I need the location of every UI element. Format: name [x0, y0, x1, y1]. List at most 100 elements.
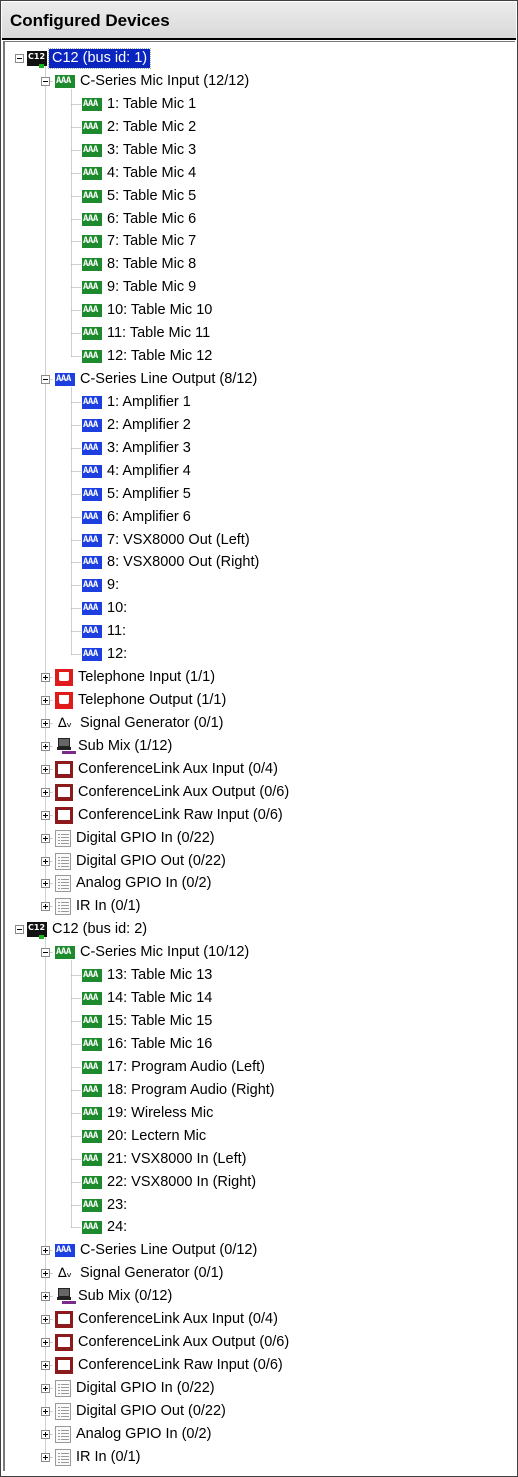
tree-leaf-item[interactable]: 15: Table Mic 15	[82, 1010, 215, 1032]
tree-leaf-item[interactable]: 6: Amplifier 6	[82, 506, 194, 528]
tree-node[interactable]: Analog GPIO In (0/2)	[55, 872, 214, 894]
expand-toggle[interactable]	[41, 834, 50, 843]
collapse-toggle[interactable]	[41, 948, 50, 957]
expand-toggle[interactable]	[41, 696, 50, 705]
tree-leaf-item[interactable]: 6: Table Mic 6	[82, 208, 199, 230]
tree-leaf-item[interactable]: 16: Table Mic 16	[82, 1033, 215, 1055]
tree-leaf-item[interactable]: 17: Program Audio (Left)	[82, 1056, 268, 1078]
tree-leaf-item[interactable]: 24:	[82, 1216, 130, 1238]
tree-node-label: Digital GPIO In (0/22)	[76, 829, 215, 846]
tree-node[interactable]: C-Series Mic Input (12/12)	[55, 70, 252, 92]
expand-toggle[interactable]	[41, 879, 50, 888]
tree-leaf-item[interactable]: 5: Table Mic 5	[82, 185, 199, 207]
tree-leaf-item[interactable]: 11: Table Mic 11	[82, 322, 213, 344]
expand-toggle[interactable]	[41, 902, 50, 911]
tree-leaf-item[interactable]: 11:	[82, 620, 129, 642]
tree-leaf-item[interactable]: 8: VSX8000 Out (Right)	[82, 551, 262, 573]
device-tree[interactable]: C12 (bus id: 1) C-Series Mic Input (12/12…	[3, 41, 515, 1471]
tree-node[interactable]: ∆ᵥ Signal Generator (0/1)	[55, 1262, 226, 1284]
expand-toggle[interactable]	[41, 1269, 50, 1278]
expand-toggle[interactable]	[41, 1292, 50, 1301]
tree-leaf-item[interactable]: 19: Wireless Mic	[82, 1102, 216, 1124]
tree-node[interactable]: C-Series Mic Input (10/12)	[55, 941, 252, 963]
tree-node[interactable]: Sub Mix (1/12)	[55, 735, 175, 757]
tree-node[interactable]: C12 (bus id: 2)	[27, 918, 150, 940]
tree-leaf-item[interactable]: 14: Table Mic 14	[82, 987, 215, 1009]
expand-toggle[interactable]	[41, 811, 50, 820]
tree-node-label: 11:	[107, 622, 127, 639]
tree-leaf-item[interactable]: 9:	[82, 574, 122, 596]
expand-toggle[interactable]	[41, 1407, 50, 1416]
tree-node[interactable]: Analog GPIO In (0/2)	[55, 1423, 214, 1445]
tree-node[interactable]: ConferenceLink Raw Input (0/6)	[55, 1354, 286, 1376]
collapse-toggle[interactable]	[15, 54, 24, 63]
tree-leaf-item[interactable]: 12: Table Mic 12	[82, 345, 215, 367]
tree-node[interactable]: Digital GPIO In (0/22)	[55, 827, 218, 849]
tree-node-label: 19: Wireless Mic	[107, 1104, 214, 1121]
tree-leaf-item[interactable]: 1: Table Mic 1	[82, 93, 199, 115]
tree-leaf-item[interactable]: 10:	[82, 597, 130, 619]
mic-channel-icon	[82, 257, 102, 271]
tree-leaf-item[interactable]: 2: Amplifier 2	[82, 414, 194, 436]
tree-leaf-item[interactable]: 3: Table Mic 3	[82, 139, 199, 161]
output-channel-icon	[82, 441, 102, 455]
tree-leaf-item[interactable]: 7: Table Mic 7	[82, 230, 199, 252]
expand-toggle[interactable]	[41, 1246, 50, 1255]
tree-node[interactable]: ConferenceLink Aux Output (0/6)	[55, 1331, 292, 1353]
tree-leaf-item[interactable]: 23:	[82, 1194, 130, 1216]
tree-leaf-item[interactable]: 1: Amplifier 1	[82, 391, 194, 413]
tree-node[interactable]: Digital GPIO Out (0/22)	[55, 1400, 229, 1422]
mic-channel-icon	[82, 212, 102, 226]
expand-toggle[interactable]	[41, 857, 50, 866]
output-channel-icon	[82, 601, 102, 615]
tree-leaf-item[interactable]: 21: VSX8000 In (Left)	[82, 1148, 249, 1170]
tree-node[interactable]: ConferenceLink Aux Input (0/4)	[55, 758, 281, 780]
tree-node[interactable]: ∆ᵥ Signal Generator (0/1)	[55, 712, 226, 734]
tree-node[interactable]: Digital GPIO In (0/22)	[55, 1377, 218, 1399]
tree-node[interactable]: ConferenceLink Aux Output (0/6)	[55, 781, 292, 803]
expand-toggle[interactable]	[41, 1338, 50, 1347]
tree-node[interactable]: C-Series Line Output (8/12)	[55, 368, 260, 390]
tree-node-label: Digital GPIO Out (0/22)	[76, 1402, 226, 1419]
expand-toggle[interactable]	[41, 1361, 50, 1370]
tree-leaf-item[interactable]: 4: Table Mic 4	[82, 162, 199, 184]
tree-node[interactable]: Sub Mix (0/12)	[55, 1285, 175, 1307]
tree-leaf-item[interactable]: 2: Table Mic 2	[82, 116, 199, 138]
tree-leaf-item[interactable]: 13: Table Mic 13	[82, 964, 215, 986]
tree-node-label: 7: VSX8000 Out (Left)	[107, 531, 250, 548]
expand-toggle[interactable]	[41, 673, 50, 682]
line-output-icon	[55, 372, 75, 386]
tree-leaf-item[interactable]: 10: Table Mic 10	[82, 299, 215, 321]
collapse-toggle[interactable]	[41, 375, 50, 384]
tree-node[interactable]: ConferenceLink Raw Input (0/6)	[55, 804, 286, 826]
expand-toggle[interactable]	[41, 742, 50, 751]
tree-leaf-item[interactable]: 12:	[82, 643, 130, 665]
expand-toggle[interactable]	[41, 1453, 50, 1462]
tree-leaf-item[interactable]: 22: VSX8000 In (Right)	[82, 1171, 259, 1193]
tree-leaf-item[interactable]: 3: Amplifier 3	[82, 437, 194, 459]
tree-node[interactable]: IR In (0/1)	[55, 895, 143, 917]
tree-node[interactable]: C12 (bus id: 1)	[27, 47, 152, 69]
c12-chip-icon	[27, 921, 47, 939]
tree-leaf-item[interactable]: 20: Lectern Mic	[82, 1125, 209, 1147]
tree-leaf-item[interactable]: 18: Program Audio (Right)	[82, 1079, 278, 1101]
expand-toggle[interactable]	[41, 719, 50, 728]
tree-node[interactable]: IR In (0/1)	[55, 1446, 143, 1468]
tree-node[interactable]: C-Series Line Output (0/12)	[55, 1239, 260, 1261]
expand-toggle[interactable]	[41, 765, 50, 774]
expand-toggle[interactable]	[41, 1315, 50, 1324]
tree-node[interactable]: Digital GPIO Out (0/22)	[55, 850, 229, 872]
collapse-toggle[interactable]	[15, 925, 24, 934]
expand-toggle[interactable]	[41, 1430, 50, 1439]
tree-node[interactable]: Telephone Input (1/1)	[55, 666, 218, 688]
tree-node[interactable]: Telephone Output (1/1)	[55, 689, 229, 711]
tree-leaf-item[interactable]: 8: Table Mic 8	[82, 253, 199, 275]
tree-node[interactable]: ConferenceLink Aux Input (0/4)	[55, 1308, 281, 1330]
tree-leaf-item[interactable]: 7: VSX8000 Out (Left)	[82, 529, 253, 551]
tree-leaf-item[interactable]: 5: Amplifier 5	[82, 483, 194, 505]
tree-leaf-item[interactable]: 9: Table Mic 9	[82, 276, 199, 298]
expand-toggle[interactable]	[41, 788, 50, 797]
collapse-toggle[interactable]	[41, 77, 50, 86]
expand-toggle[interactable]	[41, 1384, 50, 1393]
tree-leaf-item[interactable]: 4: Amplifier 4	[82, 460, 194, 482]
